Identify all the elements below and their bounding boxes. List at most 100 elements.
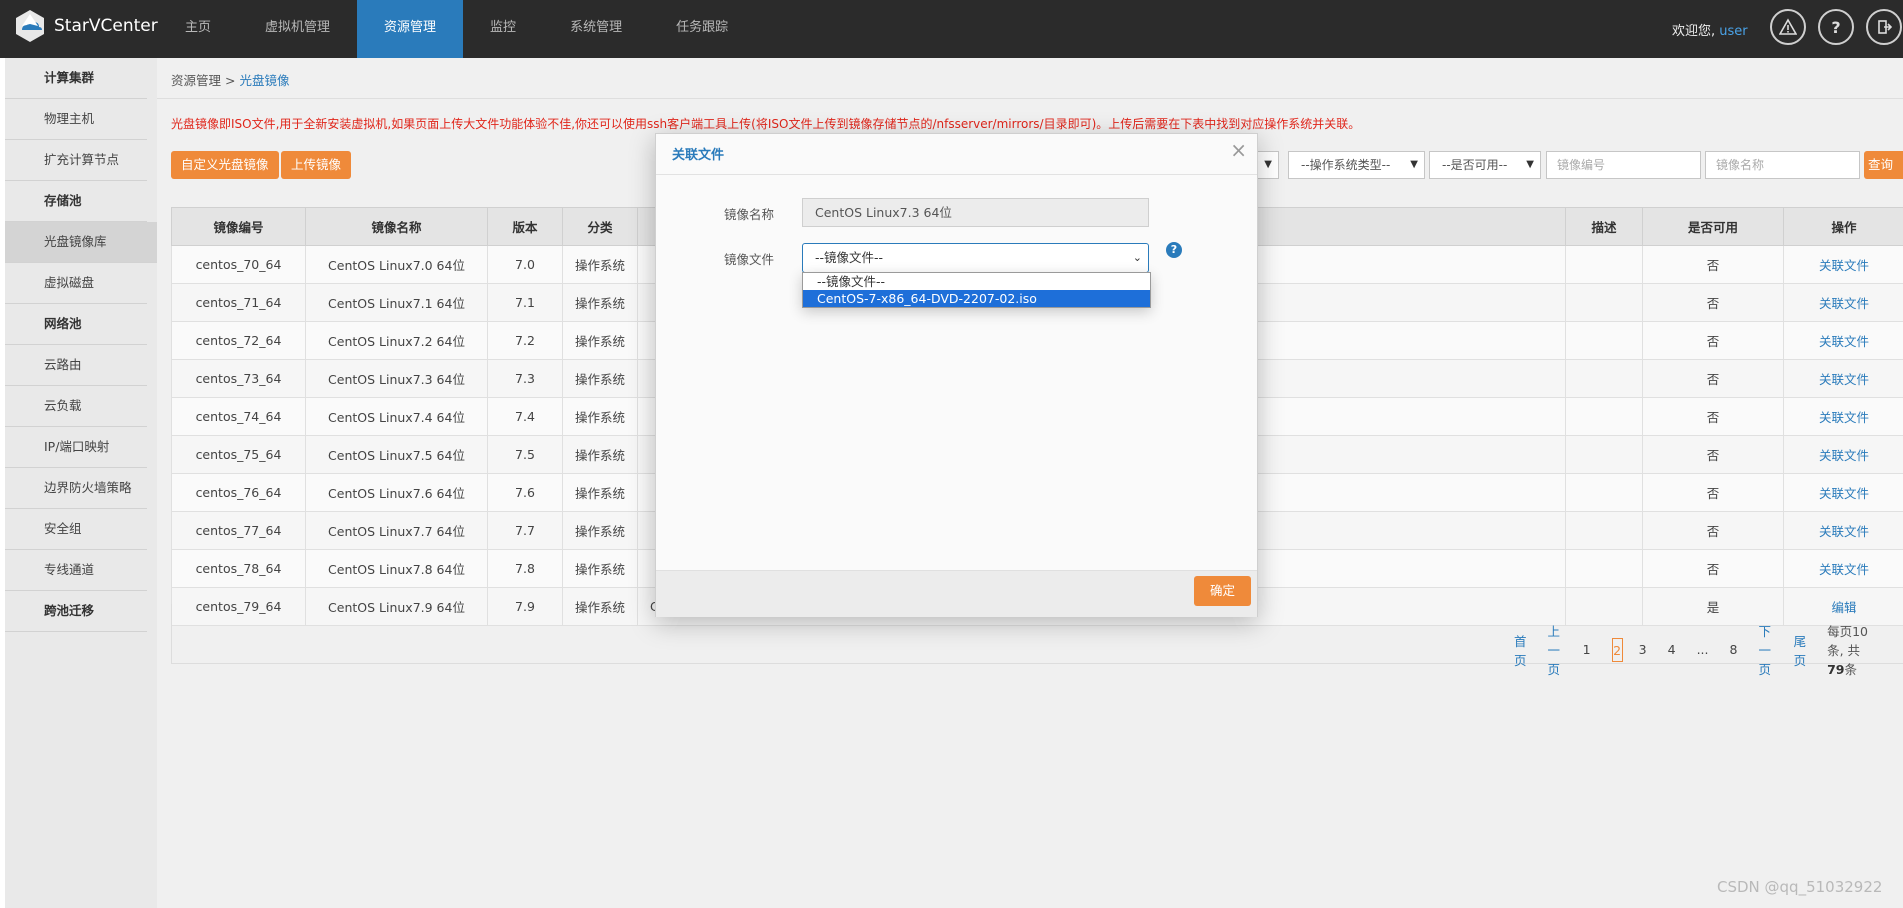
nav-vm-management[interactable]: 虚拟机管理	[238, 0, 357, 58]
cell-description	[1565, 245, 1643, 284]
logout-icon[interactable]	[1866, 9, 1902, 45]
cell-iso-id: centos_73_64	[171, 359, 306, 398]
confirm-button[interactable]: 确定	[1194, 576, 1251, 606]
cell-available: 否	[1642, 549, 1784, 588]
cell-action[interactable]: 关联文件	[1783, 245, 1903, 284]
sidebar-item-iso-library[interactable]: 光盘镜像库	[5, 222, 157, 263]
welcome-label: 欢迎您,	[1672, 24, 1716, 39]
breadcrumb: 资源管理 > 光盘镜像	[171, 70, 289, 89]
pager-page[interactable]: 3	[1639, 642, 1647, 657]
cell-version: 7.8	[487, 549, 563, 588]
cell-category: 操作系统	[562, 397, 638, 436]
app-logo[interactable]: StarVCenter	[12, 8, 158, 44]
pager-last[interactable]: 尾页	[1794, 631, 1807, 669]
dropdown-option[interactable]: --镜像文件--	[803, 273, 1150, 290]
upload-iso-button[interactable]: 上传镜像	[281, 151, 352, 179]
dialog-title: 关联文件	[672, 148, 725, 163]
sidebar-group-network-pool[interactable]: 网络池	[5, 304, 147, 345]
iso-name-search-input[interactable]: 镜像名称	[1705, 151, 1860, 179]
nav-monitor[interactable]: 监控	[463, 0, 543, 58]
cell-action[interactable]: 关联文件	[1783, 359, 1903, 398]
pager-total: 79	[1827, 662, 1845, 677]
alert-icon[interactable]	[1770, 9, 1806, 45]
welcome-text: 欢迎您, user	[1672, 20, 1748, 39]
help-icon[interactable]: ?	[1166, 242, 1182, 258]
iso-name-field: CentOS Linux7.3 64位	[802, 198, 1149, 227]
column-header[interactable]: 版本	[487, 207, 563, 246]
cell-action[interactable]: 关联文件	[1783, 549, 1903, 588]
close-icon[interactable]: ×	[1230, 138, 1247, 162]
cell-action[interactable]: 关联文件	[1783, 473, 1903, 512]
column-header[interactable]: 是否可用	[1642, 207, 1784, 246]
help-icon[interactable]: ?	[1818, 9, 1854, 45]
cell-action[interactable]: 关联文件	[1783, 397, 1903, 436]
iso-name-label: 镜像名称	[724, 207, 775, 222]
watermark: CSDN @qq_51032922	[1717, 878, 1883, 896]
breadcrumb-separator: >	[225, 73, 236, 88]
cell-iso-id: centos_70_64	[171, 245, 306, 284]
cell-action[interactable]: 关联文件	[1783, 511, 1903, 550]
cell-iso-name: CentOS Linux7.1 64位	[305, 283, 488, 322]
sidebar-item-security-group[interactable]: 安全组	[5, 509, 147, 550]
cell-description	[1565, 359, 1643, 398]
sidebar-item-physical-host[interactable]: 物理主机	[5, 99, 147, 140]
pager-info: 每页10条, 共 79条	[1827, 621, 1882, 678]
sidebar-item-cloud-router[interactable]: 云路由	[5, 345, 147, 386]
column-header[interactable]: 描述	[1565, 207, 1643, 246]
cell-action[interactable]: 关联文件	[1783, 283, 1903, 322]
cell-iso-name: CentOS Linux7.2 64位	[305, 321, 488, 360]
iso-file-select[interactable]: --镜像文件-- ⌄	[802, 243, 1149, 273]
logo-icon	[16, 10, 44, 42]
cell-category: 操作系统	[562, 359, 638, 398]
pager-info-suffix: 条	[1844, 662, 1858, 677]
search-button[interactable]: 查询	[1864, 151, 1903, 179]
sidebar-item-dedicated-line[interactable]: 专线通道	[5, 550, 147, 591]
column-header[interactable]: 镜像编号	[171, 207, 306, 246]
nav-home[interactable]: 主页	[158, 0, 238, 58]
sidebar-group-cross-pool-migration[interactable]: 跨池迁移	[5, 591, 147, 632]
dropdown-option-highlighted[interactable]: CentOS-7-x86_64-DVD-2207-02.iso	[803, 290, 1150, 307]
iso-id-search-input[interactable]: 镜像编号	[1546, 151, 1701, 179]
sidebar-group-storage-pool[interactable]: 存储池	[5, 181, 147, 222]
nav-resource-management[interactable]: 资源管理	[357, 0, 464, 58]
cell-category: 操作系统	[562, 549, 638, 588]
nav-system-management[interactable]: 系统管理	[543, 0, 649, 58]
sidebar-item-expand-compute-node[interactable]: 扩充计算节点	[5, 140, 147, 181]
column-header[interactable]: 镜像名称	[305, 207, 488, 246]
pager-page-current[interactable]: 2	[1611, 637, 1623, 662]
column-header[interactable]: 操作	[1783, 207, 1903, 246]
filter-os-type-value: --操作系统类型--	[1301, 158, 1391, 172]
cell-category: 操作系统	[562, 245, 638, 284]
current-user-link[interactable]: user	[1719, 24, 1747, 39]
sidebar-item-virtual-disk[interactable]: 虚拟磁盘	[5, 263, 147, 304]
iso-file-label: 镜像文件	[724, 252, 775, 267]
breadcrumb-parent[interactable]: 资源管理	[171, 73, 221, 88]
sidebar-item-firewall-policy[interactable]: 边界防火墙策略	[5, 468, 147, 509]
custom-iso-button[interactable]: 自定义光盘镜像	[171, 151, 279, 179]
pager-next[interactable]: 下一页	[1758, 621, 1772, 678]
pager-prev[interactable]: 上一页	[1548, 621, 1562, 678]
cell-action[interactable]: 关联文件	[1783, 435, 1903, 474]
column-header[interactable]: 分类	[562, 207, 638, 246]
cell-iso-id: centos_74_64	[171, 397, 306, 436]
cell-available: 否	[1642, 473, 1784, 512]
cell-description	[1565, 511, 1643, 550]
cell-description	[1565, 283, 1643, 322]
pager-page[interactable]: 8	[1729, 642, 1737, 657]
pager-first[interactable]: 首页	[1514, 631, 1527, 669]
sidebar-group-compute-cluster[interactable]: 计算集群	[5, 58, 147, 99]
pager-page[interactable]: 4	[1668, 642, 1676, 657]
sidebar-item-ip-port-mapping[interactable]: IP/端口映射	[5, 427, 147, 468]
cell-action[interactable]: 关联文件	[1783, 321, 1903, 360]
chevron-down-icon: ⌄	[1132, 251, 1142, 264]
filter-available-select[interactable]: --是否可用-- ▼	[1429, 151, 1541, 179]
pager-page[interactable]: 1	[1583, 642, 1591, 657]
cell-iso-name: CentOS Linux7.6 64位	[305, 473, 488, 512]
filter-os-type-select[interactable]: --操作系统类型-- ▼	[1288, 151, 1425, 179]
nav-task-tracking[interactable]: 任务跟踪	[649, 0, 755, 58]
cell-description	[1565, 549, 1643, 588]
cell-available: 否	[1642, 359, 1784, 398]
cell-iso-name: CentOS Linux7.8 64位	[305, 549, 488, 588]
sidebar-item-cloud-load-balancer[interactable]: 云负载	[5, 386, 147, 427]
pager-info-prefix: 每页10条, 共	[1827, 624, 1868, 658]
